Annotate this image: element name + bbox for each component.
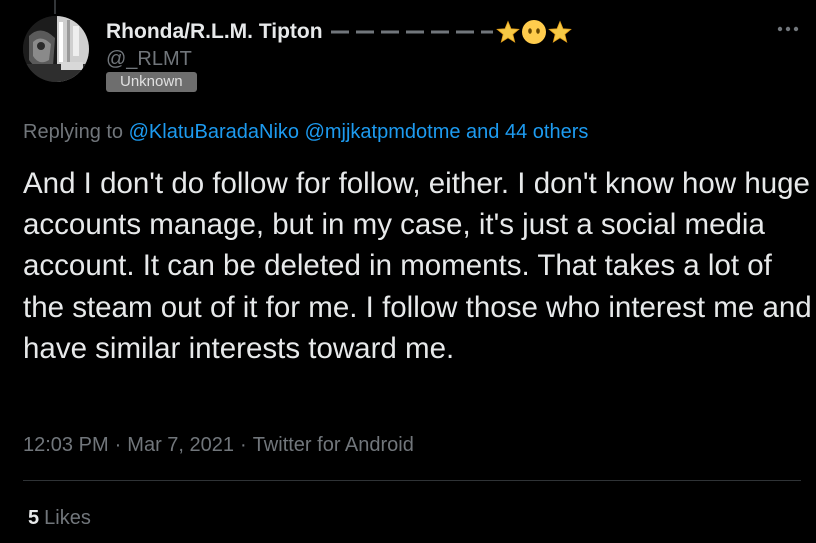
author-name-row: Rhonda/R.L.M. Tipton	[106, 18, 776, 46]
dashed-line-icon	[330, 30, 493, 34]
account-label-badge: Unknown	[106, 72, 197, 92]
likes-stat[interactable]: 5 Likes	[28, 505, 91, 531]
others-link[interactable]: and 44 others	[466, 121, 588, 143]
tweet-time[interactable]: 12:03 PM	[23, 434, 109, 456]
more-options-button[interactable]	[777, 22, 799, 36]
star-icon	[547, 20, 572, 43]
tweet-date[interactable]: Mar 7, 2021	[127, 434, 234, 456]
avatar[interactable]	[23, 16, 89, 82]
tweet-text: And I don't do follow for follow, either…	[23, 167, 812, 365]
more-dots-icon	[777, 26, 799, 32]
reply-context: Replying to @KlatuBaradaNiko @mjjkatpmdo…	[23, 119, 588, 145]
likes-count: 5	[28, 507, 40, 529]
avatar-photo	[23, 16, 89, 82]
tweet-source[interactable]: Twitter for Android	[253, 434, 414, 456]
meta-separator: ·	[114, 434, 122, 456]
mention-link[interactable]: @mjjkatpmdotme	[305, 121, 461, 143]
likes-label: Likes	[44, 507, 91, 529]
author-display-name[interactable]: Rhonda/R.L.M. Tipton	[106, 20, 323, 44]
tweet-metadata: 12:03 PM · Mar 7, 2021 · Twitter for Android	[23, 432, 414, 458]
thread-connector-line	[54, 0, 56, 14]
author-handle[interactable]: @_RLMT	[106, 47, 776, 71]
tweet-author: Rhonda/R.L.M. Tipton @_RLMT Unknown	[106, 18, 776, 92]
no-mouth-face-icon	[521, 20, 546, 44]
mention-link[interactable]: @KlatuBaradaNiko	[129, 121, 299, 143]
divider	[23, 480, 801, 481]
replying-to-label: Replying to	[23, 121, 124, 143]
name-decorations	[330, 19, 572, 45]
star-icon	[495, 20, 520, 43]
meta-separator: ·	[240, 434, 247, 456]
